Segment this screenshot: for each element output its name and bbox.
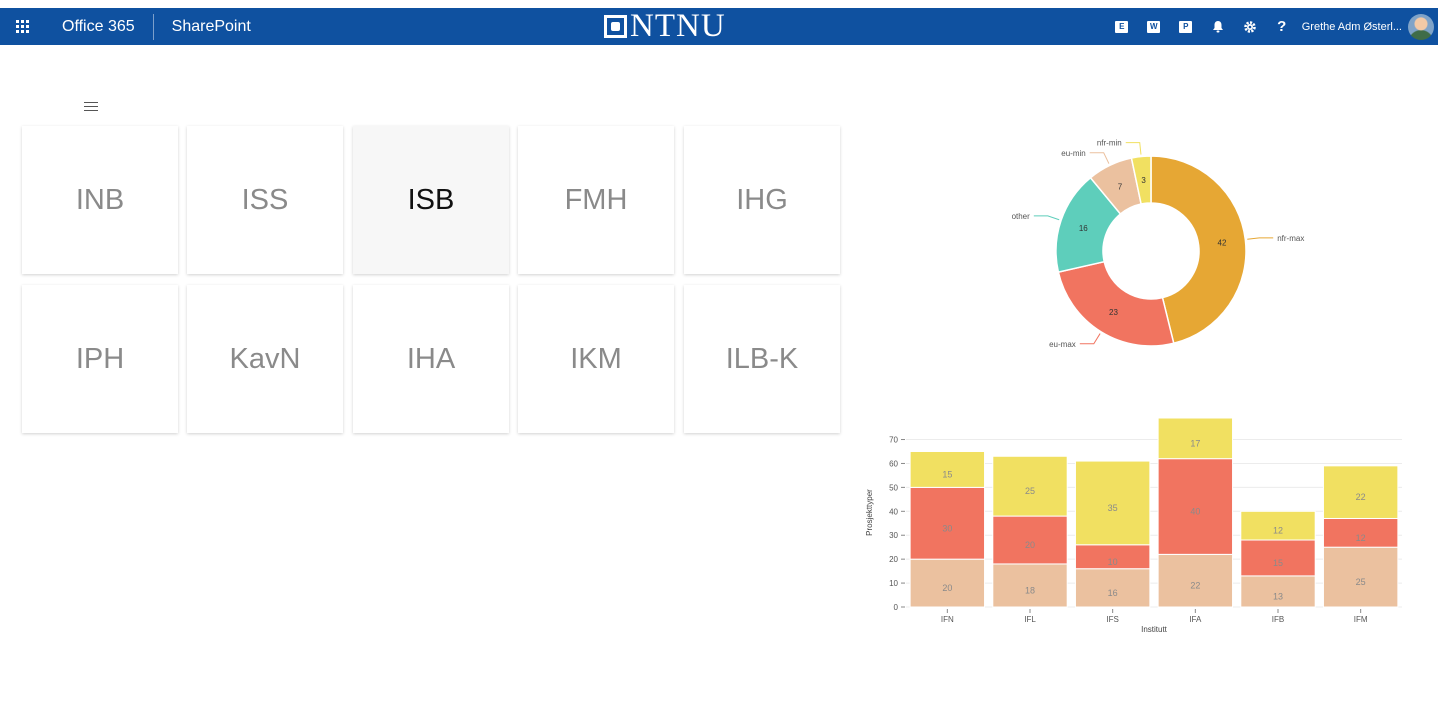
office365-link[interactable]: Office 365 bbox=[44, 8, 153, 45]
donut-category-label: eu-min bbox=[1061, 149, 1085, 158]
tile-isb[interactable]: ISB bbox=[353, 126, 509, 274]
suite-bar: Office 365 SharePoint NTNU E W P ? Greth… bbox=[0, 8, 1438, 45]
waffle-icon bbox=[15, 20, 29, 33]
donut-category-label: other bbox=[1012, 212, 1031, 221]
bar-value-label: 13 bbox=[1273, 591, 1283, 601]
donut-value-label: 16 bbox=[1079, 224, 1088, 233]
donut-leader-line bbox=[1247, 237, 1274, 240]
x-tick-label: IFA bbox=[1189, 615, 1202, 624]
tile-iha[interactable]: IHA bbox=[353, 285, 509, 433]
bar-value-label: 25 bbox=[1025, 486, 1035, 496]
word-icon: W bbox=[1147, 20, 1161, 33]
y-tick-label: 70 bbox=[889, 436, 898, 445]
bar-value-label: 22 bbox=[1190, 581, 1200, 591]
app-launcher-button[interactable] bbox=[0, 8, 44, 45]
tile-fmh[interactable]: FMH bbox=[518, 126, 674, 274]
y-tick-label: 20 bbox=[889, 555, 898, 564]
y-tick-label: 0 bbox=[894, 603, 899, 612]
x-tick-label: IFN bbox=[941, 615, 954, 624]
bar-value-label: 12 bbox=[1273, 526, 1283, 536]
tile-label: IPH bbox=[75, 342, 125, 375]
sharepoint-link[interactable]: SharePoint bbox=[154, 8, 269, 45]
y-tick-label: 60 bbox=[889, 459, 898, 468]
donut-leader-line bbox=[1125, 142, 1142, 155]
project-type-bar-chart: 0 10 20 30 40 50 60 70 20 30 15 IFN 18 20 25 IFL 16 10 35 I… bbox=[865, 417, 1402, 634]
brand-text: NTNU bbox=[630, 8, 726, 44]
gear-icon bbox=[1243, 20, 1256, 33]
tile-label: IKM bbox=[570, 342, 622, 375]
settings-button[interactable] bbox=[1234, 8, 1266, 45]
donut-category-label: nfr-max bbox=[1277, 234, 1304, 243]
word-button[interactable]: W bbox=[1138, 8, 1170, 45]
exchange-icon: E bbox=[1115, 20, 1129, 33]
help-button[interactable]: ? bbox=[1266, 8, 1298, 45]
tile-ilb-k[interactable]: ILB-K bbox=[684, 285, 840, 433]
menu-icon[interactable] bbox=[84, 102, 98, 114]
bar-value-label: 40 bbox=[1190, 507, 1200, 517]
donut-category-label: nfr-min bbox=[1097, 139, 1122, 148]
tile-label: FMH bbox=[564, 183, 628, 216]
tile-iph[interactable]: IPH bbox=[22, 285, 178, 433]
x-tick-label: IFL bbox=[1024, 615, 1036, 624]
y-tick-label: 30 bbox=[889, 531, 898, 540]
help-icon: ? bbox=[1277, 18, 1287, 35]
powerpoint-icon: P bbox=[1179, 20, 1193, 33]
donut-leader-line bbox=[1033, 215, 1060, 221]
donut-slice-eu-max bbox=[1057, 260, 1175, 347]
tile-kavn[interactable]: KavN bbox=[187, 285, 343, 433]
bar-value-label: 15 bbox=[942, 469, 952, 479]
x-tick-label: IFM bbox=[1354, 615, 1368, 624]
y-tick-label: 50 bbox=[889, 483, 898, 492]
tile-label: IHG bbox=[736, 183, 788, 216]
powerpoint-button[interactable]: P bbox=[1170, 8, 1202, 45]
bar-value-label: 10 bbox=[1108, 557, 1118, 567]
tile-label: KavN bbox=[229, 342, 301, 375]
bar-value-label: 17 bbox=[1190, 438, 1200, 448]
ntnu-logo-icon bbox=[604, 15, 627, 38]
bar-value-label: 25 bbox=[1356, 577, 1366, 587]
tile-ikm[interactable]: IKM bbox=[518, 285, 674, 433]
y-axis-label: Prosjekttyper bbox=[865, 489, 874, 536]
bar-value-label: 15 bbox=[1273, 558, 1283, 568]
tile-iss[interactable]: ISS bbox=[187, 126, 343, 274]
notifications-button[interactable] bbox=[1202, 8, 1234, 45]
donut-leader-line bbox=[1089, 152, 1110, 164]
donut-value-label: 23 bbox=[1109, 308, 1118, 317]
project-type-donut-chart: 42 nfr-max 23 eu-max 16 other 7 eu-min 3 nfr-min bbox=[1012, 139, 1305, 349]
donut-value-label: 7 bbox=[1118, 183, 1123, 192]
donut-value-label: 3 bbox=[1141, 176, 1146, 185]
bell-icon bbox=[1212, 21, 1223, 33]
bar-value-label: 22 bbox=[1356, 492, 1366, 502]
y-tick-label: 10 bbox=[889, 579, 898, 588]
bar-value-label: 18 bbox=[1025, 585, 1035, 595]
tile-label: ISB bbox=[407, 183, 455, 216]
x-tick-label: IFB bbox=[1272, 615, 1284, 624]
bar-value-label: 12 bbox=[1356, 533, 1366, 543]
tile-label: ISS bbox=[241, 183, 289, 216]
exchange-button[interactable]: E bbox=[1106, 8, 1138, 45]
bar-value-label: 16 bbox=[1108, 588, 1118, 598]
bar-value-label: 30 bbox=[942, 523, 952, 533]
x-axis-label: Institutt bbox=[1141, 625, 1168, 634]
donut-category-label: eu-max bbox=[1049, 340, 1076, 349]
bar-value-label: 35 bbox=[1108, 503, 1118, 513]
tile-inb[interactable]: INB bbox=[22, 126, 178, 274]
bar-value-label: 20 bbox=[942, 583, 952, 593]
tile-label: INB bbox=[75, 183, 125, 216]
brand-logo: NTNU bbox=[604, 8, 726, 45]
x-tick-label: IFS bbox=[1106, 615, 1118, 624]
user-name[interactable]: Grethe Adm Østerl... bbox=[1298, 21, 1408, 33]
donut-value-label: 42 bbox=[1218, 238, 1227, 247]
avatar[interactable] bbox=[1408, 13, 1434, 40]
donut-leader-line bbox=[1079, 333, 1101, 345]
tile-ihg[interactable]: IHG bbox=[684, 126, 840, 274]
bar-value-label: 20 bbox=[1025, 540, 1035, 550]
tile-label: ILB-K bbox=[725, 342, 799, 375]
y-tick-label: 40 bbox=[889, 507, 898, 516]
tile-label: IHA bbox=[406, 342, 456, 375]
header-actions: E W P ? Grethe Adm Østerl... bbox=[1106, 8, 1438, 45]
